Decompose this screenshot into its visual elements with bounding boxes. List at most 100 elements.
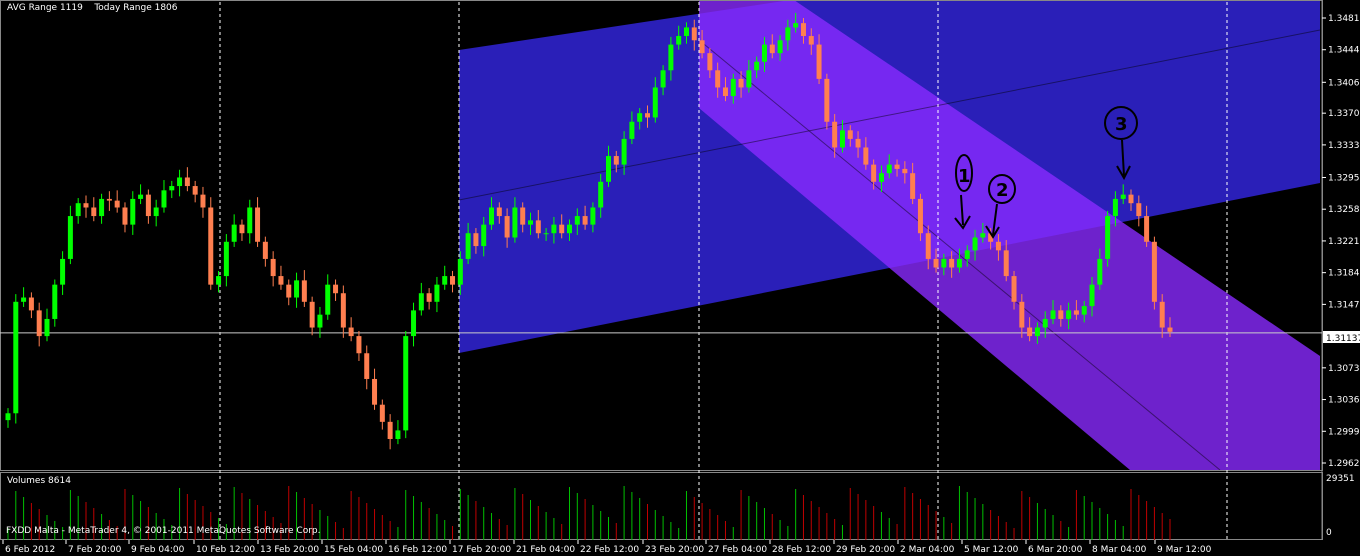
candle-bull <box>1050 310 1056 319</box>
candle-bull <box>395 430 401 439</box>
candle-bull <box>878 173 884 182</box>
candle-bull <box>1081 306 1087 315</box>
candle-bull <box>528 220 534 225</box>
candle-bear <box>364 353 370 379</box>
candle-bull <box>730 78 736 97</box>
time-tick-label: 17 Feb 20:00 <box>452 545 511 555</box>
time-tick-label: 22 Feb 12:00 <box>580 545 639 555</box>
current-price-label: 1.31137 <box>1326 334 1360 344</box>
price-tick-label: 1.33330 <box>1328 141 1360 151</box>
price-chart: 1.34810 1.34440 1.34060 1.33700 1.33330 1.329… <box>0 0 1360 556</box>
candle-bear <box>691 27 697 41</box>
candle-bear <box>1058 310 1064 319</box>
candle-bull <box>1105 216 1111 259</box>
time-tick-label: 8 Mar 04:00 <box>1092 545 1147 555</box>
candle-bear <box>91 207 97 217</box>
candle-bear <box>387 421 393 439</box>
candle-bear <box>208 207 214 285</box>
candle-bear <box>270 258 276 277</box>
candle-bull <box>1112 198 1118 217</box>
candle-bear <box>239 224 245 234</box>
price-axis: 1.34810 1.34440 1.34060 1.33700 1.33330 1.329… <box>1322 14 1360 469</box>
candle-bear <box>855 138 861 148</box>
candle-bear <box>715 70 721 88</box>
candle-bull <box>590 207 596 225</box>
candle-bear <box>910 173 916 199</box>
candle-bull <box>457 258 463 285</box>
price-tick-label: 1.29990 <box>1328 427 1360 437</box>
candle-bear <box>333 284 339 294</box>
candle-bear <box>871 164 877 182</box>
candle-bull <box>489 207 495 225</box>
price-tick-label: 1.34060 <box>1328 78 1360 88</box>
candle-bull <box>418 293 424 311</box>
candle-bull <box>434 284 440 302</box>
candle-bull <box>1042 318 1048 328</box>
copyright-text: FXDD Malta - MetaTrader 4, © 2001-2011 M… <box>6 526 321 536</box>
candle-bull <box>637 113 643 122</box>
candle-bear <box>1128 194 1134 204</box>
candle-bear <box>613 156 619 165</box>
annotation-2: 2 <box>996 180 1009 201</box>
candle-bull <box>169 186 175 191</box>
candle-bull <box>777 40 783 54</box>
price-tick-label: 1.32950 <box>1328 173 1360 183</box>
candle-bear <box>707 53 713 71</box>
candle-bull <box>247 207 253 234</box>
candle-bear <box>1144 216 1150 242</box>
candle-bear <box>379 404 385 422</box>
candle-bear <box>925 233 931 259</box>
candle-bear <box>917 198 923 234</box>
candle-bull <box>964 250 970 259</box>
candle-bull <box>574 216 580 225</box>
candle-bear <box>36 310 42 337</box>
candle-bear <box>28 297 34 311</box>
candle-bull <box>746 70 752 88</box>
candle-bear <box>1003 250 1009 277</box>
candle-bear <box>278 276 284 285</box>
price-tick-label: 1.33700 <box>1328 109 1360 119</box>
candle-bull <box>294 280 300 298</box>
annotation-3: 3 <box>1115 114 1128 135</box>
candle-bull <box>676 36 682 45</box>
candle-bear <box>824 78 830 122</box>
candle-bear <box>473 233 479 247</box>
candle-bull <box>52 284 58 319</box>
candle-bull <box>75 203 81 217</box>
candle-bear <box>1136 203 1142 217</box>
candle-bull <box>1034 327 1040 337</box>
time-tick-label: 13 Feb 20:00 <box>260 545 319 555</box>
candle-bull <box>216 276 222 285</box>
time-tick-label: 7 Feb 20:00 <box>68 545 122 555</box>
candle-bear <box>255 207 261 242</box>
candle-bull <box>660 70 666 88</box>
candle-bull <box>60 258 66 285</box>
candle-bear <box>699 40 705 54</box>
candle-bull <box>138 194 144 199</box>
candle-bear <box>286 284 292 298</box>
annotation-1: 1 <box>958 166 971 187</box>
candle-bear <box>582 216 588 225</box>
candle-bear <box>450 276 456 285</box>
candle-bull <box>621 138 627 165</box>
candle-bull <box>941 258 947 268</box>
today-range-label: Today Range 1806 <box>94 3 178 13</box>
candle-bull <box>629 121 635 139</box>
candle-bull <box>761 44 767 62</box>
candle-bear <box>535 220 541 234</box>
volume-max-label: 29351 <box>1326 474 1355 484</box>
time-tick-label: 27 Feb 04:00 <box>708 545 767 555</box>
candle-bull <box>543 233 549 235</box>
candle-bear <box>114 200 120 208</box>
candle-bear <box>769 44 775 54</box>
candle-bull <box>551 224 557 234</box>
candle-bear <box>949 258 955 268</box>
candle-bull <box>972 237 978 251</box>
time-tick-label: 23 Feb 20:00 <box>645 545 704 555</box>
candle-bear <box>738 78 744 88</box>
candle-bear <box>808 36 814 45</box>
candle-bull <box>231 224 237 242</box>
price-tick-label: 1.34440 <box>1328 46 1360 56</box>
candle-bear <box>192 186 198 195</box>
candle-bull <box>223 241 229 277</box>
